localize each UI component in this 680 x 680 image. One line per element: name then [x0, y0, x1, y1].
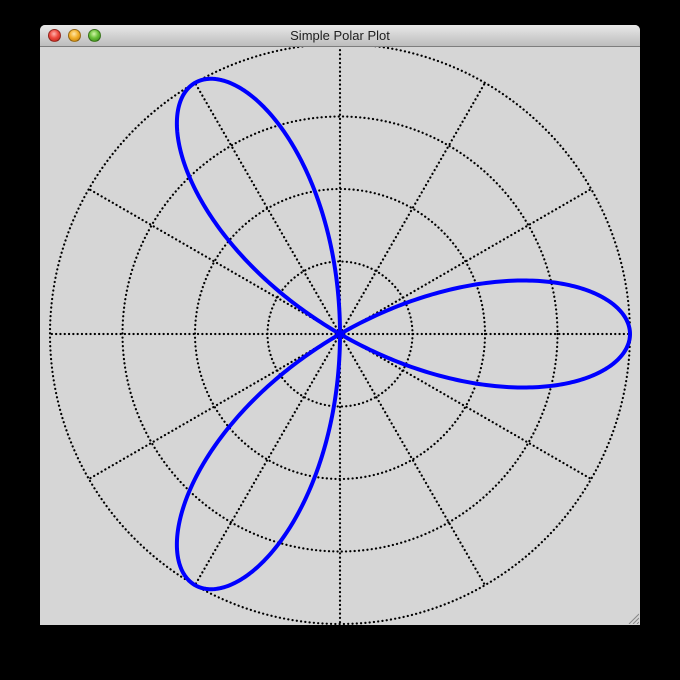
window-title: Simple Polar Plot: [290, 28, 390, 43]
grid-spoke-330: [338, 332, 593, 481]
grid-spoke-240: [193, 332, 342, 587]
plot-window: Simple Polar Plot: [40, 25, 640, 625]
grid-spoke-150: [87, 187, 342, 336]
polar-plot: [48, 47, 632, 625]
resize-grip-icon[interactable]: [627, 612, 639, 624]
title-bar[interactable]: Simple Polar Plot: [40, 25, 640, 47]
grid-spoke-60: [338, 81, 487, 336]
grid-spoke-300: [338, 332, 487, 587]
